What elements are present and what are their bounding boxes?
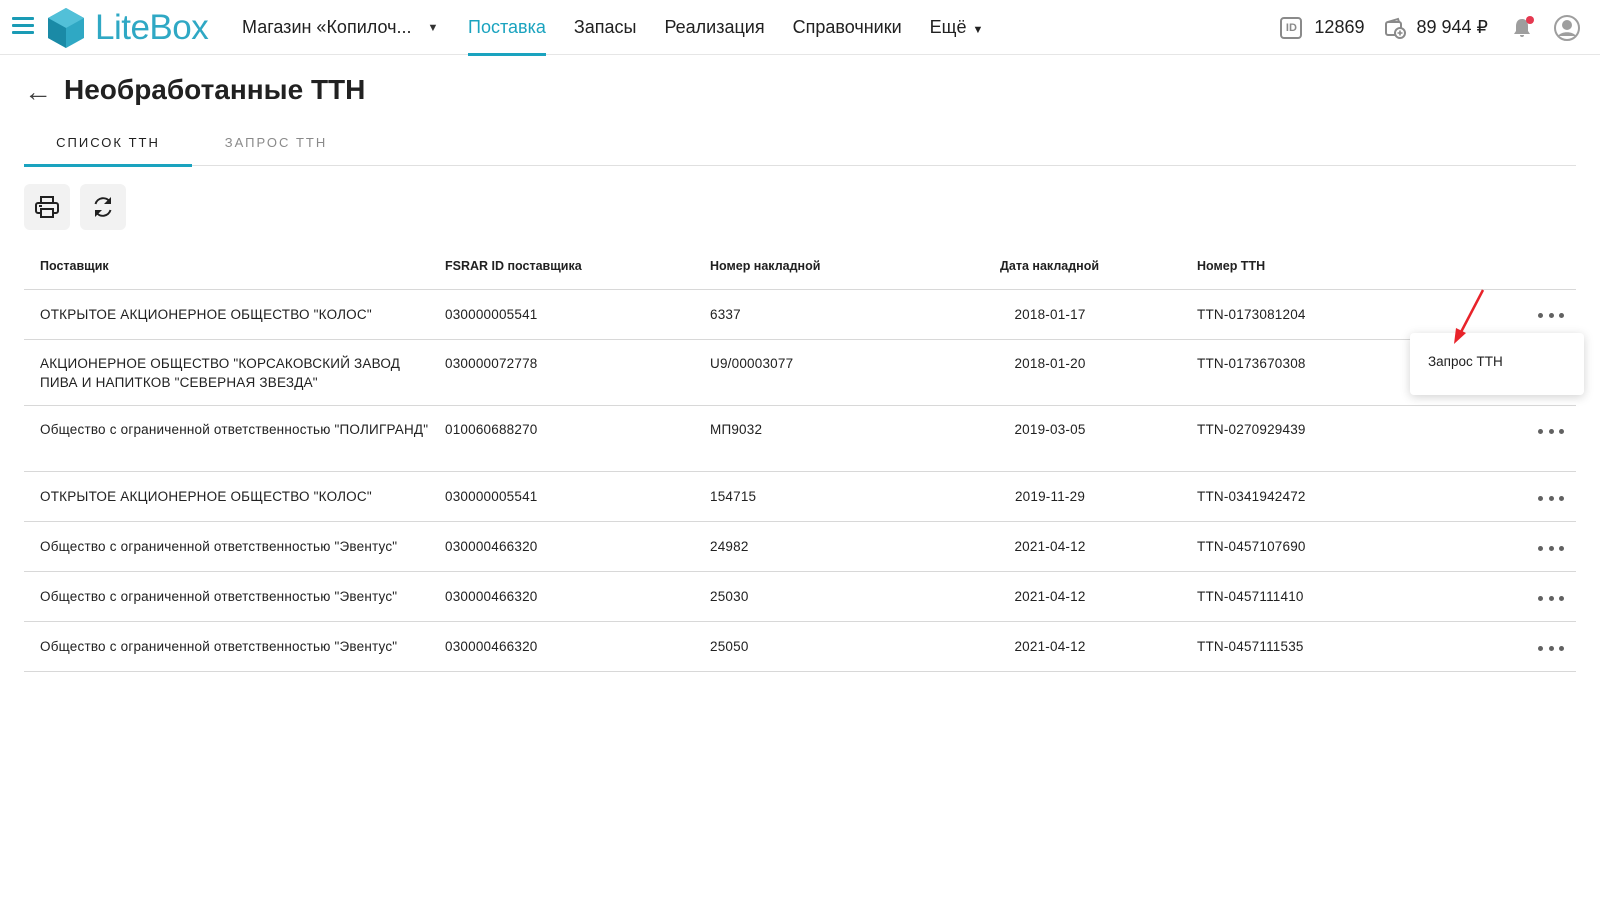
store-name: Магазин «Копилоч...: [242, 17, 412, 37]
cell-supplier: ОТКРЫТОЕ АКЦИОНЕРНОЕ ОБЩЕСТВО "КОЛОС": [40, 307, 372, 322]
cell-ttn: TTN-0457111410: [1197, 589, 1304, 604]
cell-ttn: TTN-0457111535: [1197, 639, 1304, 654]
cell-supplier: Общество с ограниченной ответственностью…: [40, 639, 398, 654]
nav-item-more[interactable]: Ещё ▼: [930, 0, 984, 55]
cell-invoice: U9/00003077: [710, 356, 794, 371]
cell-supplier: Общество с ограниченной ответственностью…: [40, 589, 398, 604]
table-row[interactable]: Общество с ограниченной ответственностью…: [24, 622, 1576, 672]
table-row[interactable]: Общество с ограниченной ответственностью…: [24, 572, 1576, 622]
menu-item-ttn-request[interactable]: Запрос ТТН: [1428, 354, 1503, 369]
logo[interactable]: LiteBox: [45, 6, 209, 50]
cell-invoice: 25050: [710, 639, 749, 654]
cell-invoice: 6337: [710, 307, 741, 322]
cell-date: 2018-01-17: [1014, 307, 1086, 322]
bell-icon[interactable]: [1510, 15, 1534, 40]
balance[interactable]: 89 944 ₽: [1416, 17, 1488, 38]
refresh-icon: [94, 197, 112, 217]
cell-supplier: Общество с ограниченной ответственностью…: [40, 422, 429, 437]
table-row[interactable]: ОТКРЫТОЕ АКЦИОНЕРНОЕ ОБЩЕСТВО "КОЛОС" 03…: [24, 290, 1576, 340]
header-right: ID 12869 89 944 ₽: [1280, 0, 1600, 55]
column-header-supplier[interactable]: Поставщик: [40, 259, 109, 273]
cell-fsrar: 030000466320: [445, 589, 538, 604]
cell-ttn: TTN-0173081204: [1197, 307, 1306, 322]
cell-fsrar: 030000466320: [445, 539, 538, 554]
cell-date: 2019-11-29: [1014, 489, 1086, 504]
nav-item-spravochniki[interactable]: Справочники: [793, 0, 902, 55]
litebox-logo-icon: [48, 8, 84, 48]
cell-invoice: 24982: [710, 539, 749, 554]
cell-ttn: TTN-0341942472: [1197, 489, 1306, 504]
caret-down-icon: ▼: [427, 21, 439, 34]
cell-supplier: ОТКРЫТОЕ АКЦИОНЕРНОЕ ОБЩЕСТВО "КОЛОС": [40, 489, 372, 504]
nav-item-realizatsiya[interactable]: Реализация: [664, 0, 764, 55]
ttn-table: Поставщик FSRAR ID поставщика Номер накл…: [24, 246, 1576, 672]
refresh-button[interactable]: [80, 184, 126, 230]
print-button[interactable]: [24, 184, 70, 230]
tab-ttn-list[interactable]: СПИСОК ТТН: [24, 128, 192, 167]
cell-supplier: Общество с ограниченной ответственностью…: [40, 539, 398, 554]
column-header-date[interactable]: Дата накладной: [1000, 259, 1099, 273]
account-id: 12869: [1314, 17, 1365, 37]
cell-fsrar: 030000072778: [445, 356, 538, 371]
tab-ttn-request[interactable]: ЗАПРОС ТТН: [192, 128, 360, 166]
back-arrow-icon[interactable]: ←: [24, 78, 52, 106]
store-selector[interactable]: Магазин «Копилоч... ▼: [242, 17, 438, 38]
logo-text: LiteBox: [95, 8, 209, 47]
cell-ttn: TTN-0173670308: [1197, 356, 1306, 371]
red-arrow-icon: [1454, 289, 1485, 344]
cell-date: 2019-03-05: [1014, 422, 1086, 437]
notification-dot: [1526, 15, 1534, 24]
main-nav: Поставка Запасы Реализация Справочники Е…: [468, 0, 1011, 56]
cell-supplier: АКЦИОНЕРНОЕ ОБЩЕСТВО "КОРСАКОВСКИЙ ЗАВОД…: [40, 356, 401, 390]
wallet-icon: [1385, 17, 1407, 39]
caret-down-icon: ▼: [972, 24, 984, 36]
table-row[interactable]: Общество с ограниченной ответственностью…: [24, 406, 1576, 472]
more-horizontal-icon[interactable]: [1538, 638, 1564, 658]
row-actions-menu: Запрос ТТН: [1410, 333, 1584, 395]
cell-ttn: TTN-0457107690: [1197, 539, 1306, 554]
column-header-fsrar[interactable]: FSRAR ID поставщика: [445, 259, 582, 273]
more-horizontal-icon[interactable]: [1538, 538, 1564, 558]
tabs: СПИСОК ТТН ЗАПРОС ТТН: [24, 128, 1576, 167]
cell-fsrar: 030000005541: [445, 489, 538, 504]
cell-date: 2021-04-12: [1014, 639, 1086, 654]
cell-fsrar: 030000466320: [445, 639, 538, 654]
more-horizontal-icon[interactable]: [1538, 588, 1564, 608]
cell-invoice: 25030: [710, 589, 749, 604]
more-horizontal-icon[interactable]: [1538, 488, 1564, 508]
table-row[interactable]: Общество с ограниченной ответственностью…: [24, 522, 1576, 572]
id-icon: ID: [1280, 16, 1303, 39]
table-row[interactable]: ОТКРЫТОЕ АКЦИОНЕРНОЕ ОБЩЕСТВО "КОЛОС" 03…: [24, 472, 1576, 522]
cell-date: 2018-01-20: [1014, 356, 1086, 371]
table-header: Поставщик FSRAR ID поставщика Номер накл…: [24, 246, 1576, 290]
column-header-invoice[interactable]: Номер накладной: [710, 259, 820, 273]
cell-fsrar: 030000005541: [445, 307, 538, 322]
top-bar: LiteBox Магазин «Копилоч... ▼ Поставка З…: [0, 0, 1600, 56]
user-avatar-icon[interactable]: [1554, 14, 1580, 41]
cell-invoice: 154715: [710, 489, 757, 504]
more-horizontal-icon[interactable]: [1538, 421, 1564, 441]
hamburger-menu-icon[interactable]: [12, 17, 34, 37]
cell-date: 2021-04-12: [1014, 539, 1086, 554]
more-horizontal-icon[interactable]: [1538, 305, 1564, 325]
cell-ttn: TTN-0270929439: [1197, 422, 1306, 437]
column-header-ttn[interactable]: Номер ТТН: [1197, 259, 1265, 273]
cell-invoice: МП9032: [710, 422, 763, 437]
cell-date: 2021-04-12: [1014, 589, 1086, 604]
nav-item-postavka[interactable]: Поставка: [468, 0, 546, 56]
table-row[interactable]: АКЦИОНЕРНОЕ ОБЩЕСТВО "КОРСАКОВСКИЙ ЗАВОД…: [24, 340, 1576, 406]
cell-fsrar: 010060688270: [445, 422, 538, 437]
nav-item-zapasy[interactable]: Запасы: [574, 0, 637, 55]
printer-icon: [35, 196, 59, 218]
page-title: Необработанные ТТН: [64, 74, 366, 105]
